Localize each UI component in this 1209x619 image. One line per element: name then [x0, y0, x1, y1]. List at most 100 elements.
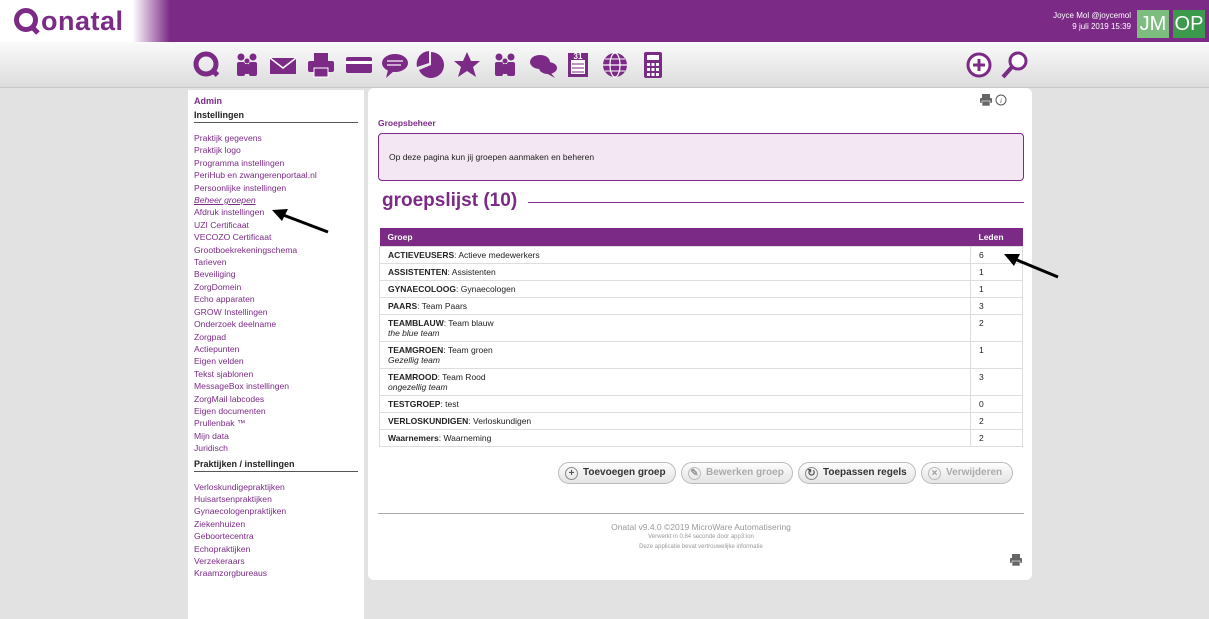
- sidebar-section-instellingen: Instellingen: [194, 110, 358, 123]
- group-cell[interactable]: TESTGROEP: test: [379, 395, 971, 413]
- sidebar-item-actiepunten[interactable]: Actiepunten: [194, 343, 358, 355]
- sidebar-item-echopraktijken[interactable]: Echopraktijken: [194, 543, 358, 555]
- printer-icon[interactable]: [306, 50, 336, 80]
- group-cell[interactable]: GYNAECOLOOG: Gynaecologen: [379, 280, 971, 298]
- table-row[interactable]: VERLOSKUNDIGEN: Verloskundigen 2: [379, 412, 1023, 430]
- table-row[interactable]: TEAMBLAUW: Team blauw the blue team 2: [379, 314, 1023, 342]
- member-count: 0: [970, 395, 1023, 413]
- star-icon[interactable]: [452, 50, 482, 80]
- sidebar-item-geboortecentra[interactable]: Geboortecentra: [194, 530, 358, 542]
- sidebar-item-huisartsenpraktijken[interactable]: Huisartsenpraktijken: [194, 493, 358, 505]
- column-header-groep[interactable]: Groep: [379, 228, 971, 247]
- sidebar-item-messagebox-instellingen[interactable]: MessageBox instellingen: [194, 380, 358, 392]
- people-icon[interactable]: [232, 50, 262, 80]
- logo-area[interactable]: onatal: [0, 0, 170, 42]
- sidebar-item-kraamzorgbureaus[interactable]: Kraamzorgbureaus: [194, 567, 358, 579]
- member-count: 2: [970, 412, 1023, 430]
- onatal-logo[interactable]: onatal: [14, 6, 124, 37]
- sidebar-item-praktijk-gegevens[interactable]: Praktijk gegevens: [194, 132, 358, 144]
- sidebar-item-tekst-sjablonen[interactable]: Tekst sjablonen: [194, 368, 358, 380]
- group-cell[interactable]: VERLOSKUNDIGEN: Verloskundigen: [379, 412, 971, 430]
- sidebar-item-echo-apparaten[interactable]: Echo apparaten: [194, 293, 358, 305]
- sidebar-item-beveiliging[interactable]: Beveiliging: [194, 268, 358, 280]
- group-name: : Team Paars: [417, 301, 468, 311]
- group-cell[interactable]: ACTIEVEUSERS: Actieve medewerkers: [379, 246, 971, 264]
- logo-text: onatal: [41, 6, 124, 36]
- group-code: GYNAECOLOOG: [388, 284, 457, 294]
- sidebar-item-perihub-en-zwangerenportaal-nl[interactable]: PeriHub en zwangerenportaal.nl: [194, 169, 358, 181]
- edit-group-button[interactable]: ✎ Bewerken groep: [681, 462, 793, 484]
- sidebar-item-verloskundigepraktijken[interactable]: Verloskundigepraktijken: [194, 481, 358, 493]
- group-cell[interactable]: TEAMBLAUW: Team blauw the blue team: [379, 314, 971, 342]
- sidebar-item-juridisch[interactable]: Juridisch: [194, 442, 358, 454]
- sidebar-item-grootboekrekeningschema[interactable]: Grootboekrekeningschema: [194, 244, 358, 256]
- footer-version: Onatal v9.4.0 ©2019 MicroWare Automatise…: [611, 522, 791, 532]
- sidebar-list-instellingen: Praktijk gegevens Praktijk logo Programma …: [194, 132, 358, 455]
- sidebar-item-prullenbak[interactable]: Prullenbak ™: [194, 417, 358, 429]
- avatar-user[interactable]: JM: [1137, 10, 1169, 38]
- group-code: TEAMGROEN: [388, 345, 444, 355]
- sidebar-item-eigen-velden[interactable]: Eigen velden: [194, 355, 358, 367]
- sidebar-item-zorgmail-labcodes[interactable]: ZorgMail labcodes: [194, 393, 358, 405]
- group-cell[interactable]: TEAMROOD: Team Rood ongezellig team: [379, 368, 971, 396]
- group-cell[interactable]: PAARS: Team Paars: [379, 297, 971, 315]
- table-row[interactable]: GYNAECOLOOG: Gynaecologen 1: [379, 280, 1023, 298]
- info-icon[interactable]: i: [995, 94, 1007, 106]
- group-description: Gezellig team: [388, 355, 440, 365]
- add-group-button[interactable]: + Toevoegen groep: [558, 462, 676, 484]
- sidebar-item-gynaecologenpraktijken[interactable]: Gynaecologenpraktijken: [194, 505, 358, 517]
- breadcrumb[interactable]: Groepsbeheer: [378, 118, 436, 128]
- add-group-label: Toevoegen groep: [583, 467, 666, 478]
- edit-icon: ✎: [688, 467, 701, 480]
- delete-icon: ×: [928, 467, 941, 480]
- sidebar-item-zorgdomein[interactable]: ZorgDomein: [194, 281, 358, 293]
- calendar-icon[interactable]: 31: [564, 50, 594, 80]
- group-name: : Team groen: [443, 345, 493, 355]
- group-cell[interactable]: TEAMGROEN: Team groen Gezellig team: [379, 341, 971, 369]
- sidebar-item-grow-instellingen[interactable]: GROW Instellingen: [194, 306, 358, 318]
- avatar-practice[interactable]: OP: [1173, 10, 1205, 38]
- chat-icon[interactable]: [380, 50, 410, 80]
- user-info: Joyce Mol @joycemol 9 juli 2019 15:39: [1053, 10, 1131, 32]
- sidebar-item-praktijk-logo[interactable]: Praktijk logo: [194, 144, 358, 156]
- table-row[interactable]: ASSISTENTEN: Assistenten 1: [379, 263, 1023, 281]
- people-group-icon[interactable]: [490, 50, 520, 80]
- column-header-leden[interactable]: Leden: [970, 228, 1023, 247]
- sidebar-item-tarieven[interactable]: Tarieven: [194, 256, 358, 268]
- table-row[interactable]: PAARS: Team Paars 3: [379, 297, 1023, 315]
- print-icon[interactable]: [980, 94, 992, 107]
- delete-button[interactable]: × Verwijderen: [921, 462, 1013, 484]
- sidebar-item-mijn-data[interactable]: Mijn data: [194, 430, 358, 442]
- globe-icon[interactable]: [600, 50, 630, 80]
- mail-icon[interactable]: [268, 50, 298, 80]
- apply-rules-button[interactable]: ↻ Toepassen regels: [798, 462, 916, 484]
- table-row[interactable]: TESTGROEP: test 0: [379, 395, 1023, 413]
- pie-chart-icon[interactable]: [416, 50, 446, 80]
- apply-rules-label: Toepassen regels: [823, 467, 907, 478]
- table-row[interactable]: ACTIEVEUSERS: Actieve medewerkers 6: [379, 246, 1023, 264]
- sidebar-item-zorgpad[interactable]: Zorgpad: [194, 331, 358, 343]
- table-row[interactable]: TEAMGROEN: Team groen Gezellig team 1: [379, 341, 1023, 369]
- main-toolbar: 31: [0, 42, 1209, 88]
- group-name: : Team blauw: [443, 318, 494, 328]
- sidebar-item-onderzoek-deelname[interactable]: Onderzoek deelname: [194, 318, 358, 330]
- current-datetime: 9 juli 2019 15:39: [1072, 22, 1131, 31]
- group-cell[interactable]: ASSISTENTEN: Assistenten: [379, 263, 971, 281]
- onatal-q-icon[interactable]: [192, 50, 222, 80]
- table-row[interactable]: TEAMROOD: Team Rood ongezellig team 3: [379, 368, 1023, 396]
- sidebar-item-ziekenhuizen[interactable]: Ziekenhuizen: [194, 518, 358, 530]
- card-icon[interactable]: [344, 50, 374, 80]
- sidebar-item-verzekeraars[interactable]: Verzekeraars: [194, 555, 358, 567]
- onatal-q-icon: [14, 8, 38, 32]
- sidebar-item-persoonlijke-instellingen[interactable]: Persoonlijke instellingen: [194, 182, 358, 194]
- sidebar-item-programma-instellingen[interactable]: Programma instellingen: [194, 157, 358, 169]
- sidebar-item-eigen-documenten[interactable]: Eigen documenten: [194, 405, 358, 417]
- table-row[interactable]: Waarnemers: Waarneming 2: [379, 429, 1023, 447]
- chat-bubbles-icon[interactable]: [528, 50, 558, 80]
- search-icon[interactable]: [1000, 50, 1030, 80]
- group-name: : Actieve medewerkers: [454, 250, 540, 260]
- add-icon[interactable]: [964, 50, 994, 80]
- group-cell[interactable]: Waarnemers: Waarneming: [379, 429, 971, 447]
- print-icon-bottom[interactable]: [1010, 554, 1022, 568]
- calculator-icon[interactable]: [638, 50, 668, 80]
